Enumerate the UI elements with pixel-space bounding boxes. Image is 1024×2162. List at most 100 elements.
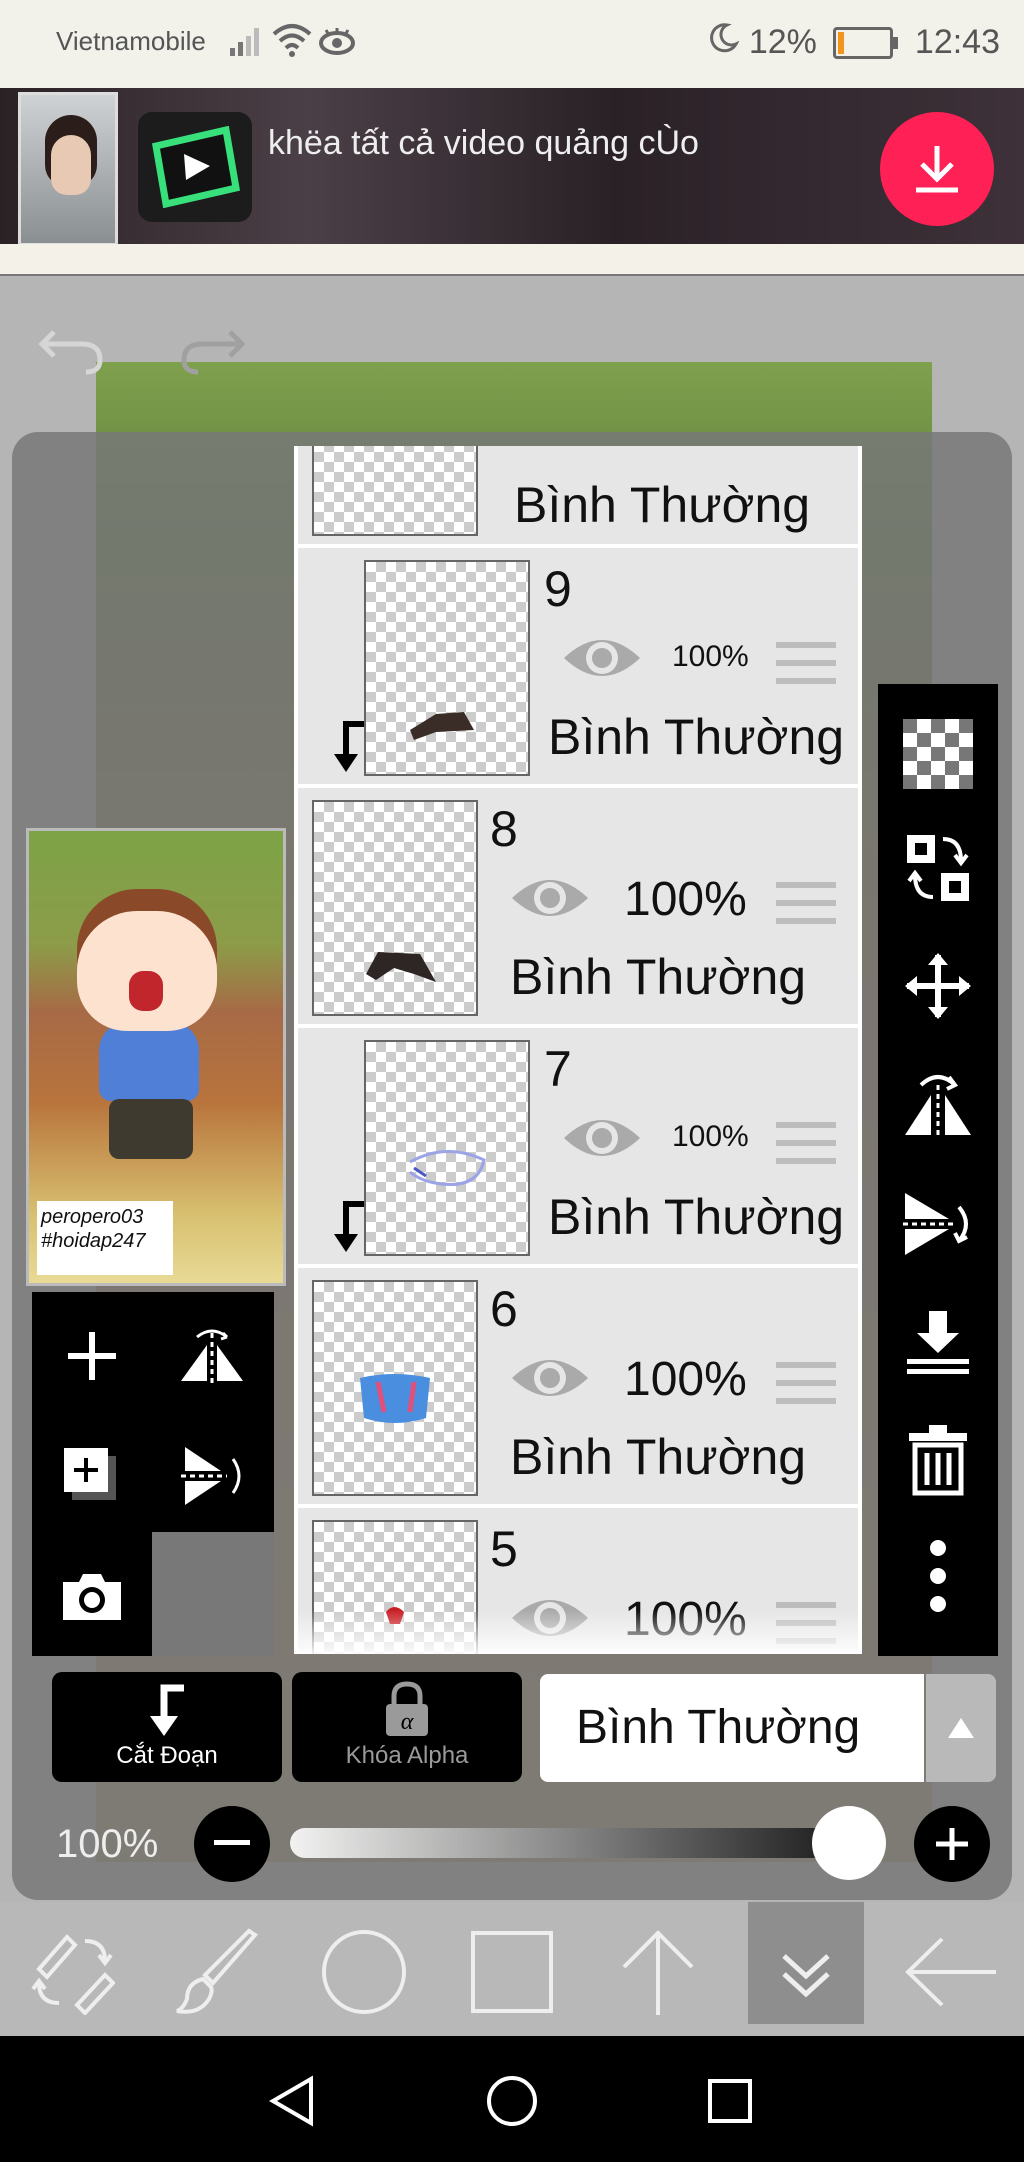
- layer-row[interactable]: Bình Thường: [298, 446, 858, 548]
- clipping-arrow-icon: [322, 720, 370, 781]
- alpha-lock-label: Khóa Alpha: [345, 1742, 469, 1769]
- circle-icon: [322, 1930, 406, 2014]
- layer-thumbnail[interactable]: [312, 800, 478, 1016]
- move-icon: [905, 953, 971, 1019]
- clipping-arrow-icon: [322, 1200, 370, 1261]
- layer-number: 8: [490, 801, 518, 857]
- layer-row[interactable]: 9 100% Bình Thường: [298, 548, 858, 788]
- merge-down-icon: [907, 1311, 969, 1374]
- arrow-up-icon: [622, 1930, 694, 2015]
- battery-icon: [832, 26, 898, 59]
- flip-vertical-icon: [903, 1193, 968, 1255]
- visibility-eye-icon[interactable]: [560, 630, 644, 691]
- wifi-icon: [272, 22, 312, 63]
- drag-handle-icon[interactable]: [776, 1122, 836, 1176]
- layer-thumbnail[interactable]: [312, 1280, 478, 1496]
- add-layer-copy-icon: [64, 1448, 116, 1500]
- layer-thumbnail[interactable]: [364, 560, 530, 776]
- flip-vertical-button-right[interactable]: [892, 1178, 984, 1270]
- opacity-slider-thumb[interactable]: [812, 1806, 886, 1880]
- nav-back-button[interactable]: [252, 2066, 332, 2136]
- right-toolbox: [878, 684, 998, 1656]
- blend-mode-select[interactable]: Bình Thường: [540, 1674, 924, 1782]
- add-layer-icon: [68, 1332, 116, 1380]
- layer-thumbnail[interactable]: [312, 446, 478, 536]
- back-button[interactable]: [900, 1922, 1000, 2022]
- swap-layers-icon: [907, 835, 969, 901]
- clip-arrow-icon: [150, 1684, 184, 1736]
- layer-number: 9: [544, 561, 572, 617]
- flip-horizontal-icon: [181, 1329, 243, 1385]
- alpha-lock-button[interactable]: α Khóa Alpha: [292, 1672, 522, 1782]
- layer-row[interactable]: 8 100% Bình Thường: [298, 788, 858, 1028]
- layer-blend-mode: Bình Thường: [548, 1189, 845, 1245]
- drag-handle-icon[interactable]: [776, 882, 836, 936]
- opacity-slider[interactable]: [290, 1828, 870, 1858]
- transparency-checker-icon: [903, 719, 973, 789]
- flip-horizontal-icon: [905, 1075, 971, 1137]
- hide-panel-button[interactable]: [756, 1922, 856, 2022]
- ad-app-logo[interactable]: [138, 112, 252, 222]
- ad-video-thumbnail[interactable]: [18, 92, 118, 246]
- layer-opacity: 100%: [624, 1353, 747, 1406]
- opacity-decrease-button[interactable]: [194, 1806, 270, 1882]
- ad-banner[interactable]: khëa tất cả video quảng cÙo: [0, 88, 1024, 246]
- battery-percent: 12%: [748, 23, 817, 61]
- layer-row[interactable]: 6 100% Bình Thường: [298, 1268, 858, 1508]
- layer-list[interactable]: Bình Thường 9 100% Bình Thường 8 100% Bì…: [294, 446, 862, 1654]
- ad-divider: [0, 244, 1024, 277]
- recents-square-icon: [708, 2079, 752, 2123]
- plus-icon: [936, 1828, 968, 1860]
- visibility-eye-icon[interactable]: [560, 1110, 644, 1171]
- visibility-eye-icon[interactable]: [508, 870, 592, 931]
- opacity-increase-button[interactable]: [914, 1806, 990, 1882]
- add-layer-copy-button[interactable]: [42, 1426, 142, 1526]
- bottom-toolbar: [0, 1902, 1024, 2036]
- flip-horizontal-button[interactable]: [162, 1306, 262, 1406]
- layer-number: 5: [490, 1521, 518, 1577]
- opacity-label: 100%: [56, 1822, 159, 1866]
- undo-button[interactable]: [38, 316, 108, 381]
- merge-down-button[interactable]: [892, 1296, 984, 1388]
- visibility-eye-icon[interactable]: [508, 1350, 592, 1411]
- transform-tools-button[interactable]: [22, 1922, 122, 2022]
- clipping-button[interactable]: Cắt Đoạn: [52, 1672, 282, 1782]
- layer-thumbnail[interactable]: [364, 1040, 530, 1256]
- ad-text[interactable]: khëa tất cả video quảng cÙo: [268, 124, 699, 163]
- canvas-preview[interactable]: peropero03 #hoidap247: [26, 828, 286, 1286]
- layer-opacity: 100%: [624, 873, 747, 926]
- back-triangle-icon: [269, 2075, 313, 2127]
- left-toolbox: [32, 1292, 274, 1656]
- download-icon: [916, 146, 958, 193]
- transparency-button[interactable]: [892, 708, 984, 800]
- flip-vertical-button[interactable]: [162, 1426, 262, 1526]
- transform-tools-icon: [31, 1934, 115, 2015]
- move-button[interactable]: [892, 940, 984, 1032]
- redo-button[interactable]: [176, 316, 246, 381]
- delete-layer-button[interactable]: [892, 1414, 984, 1506]
- moon-icon: [707, 22, 740, 63]
- brush-tool-button[interactable]: [168, 1922, 268, 2022]
- blend-mode-dropdown-button[interactable]: [926, 1674, 996, 1782]
- drag-handle-icon[interactable]: [776, 1362, 836, 1416]
- flip-horizontal-button-right[interactable]: [892, 1056, 984, 1148]
- status-bar: Vietnamobile 12% 12:43: [0, 0, 1024, 88]
- layer-blend-mode: Bình Thường: [514, 477, 811, 533]
- upload-button[interactable]: [608, 1922, 708, 2022]
- system-navigation-bar: [0, 2036, 1024, 2162]
- add-layer-button[interactable]: [42, 1306, 142, 1406]
- layer-number: 7: [544, 1041, 572, 1097]
- more-options-button[interactable]: [892, 1530, 984, 1622]
- rectangle-tool-button[interactable]: [462, 1922, 562, 2022]
- layer-row[interactable]: 7 100% Bình Thường: [298, 1028, 858, 1268]
- camera-button[interactable]: [42, 1546, 142, 1646]
- layer-number: 6: [490, 1281, 518, 1337]
- ad-download-button[interactable]: [880, 112, 994, 226]
- ellipse-tool-button[interactable]: [314, 1922, 414, 2022]
- nav-recents-button[interactable]: [690, 2066, 770, 2136]
- arrow-back-icon: [905, 1937, 996, 2007]
- brush-icon: [176, 1928, 259, 2014]
- drag-handle-icon[interactable]: [776, 642, 836, 696]
- nav-home-button[interactable]: [472, 2066, 552, 2136]
- swap-layers-button[interactable]: [892, 822, 984, 914]
